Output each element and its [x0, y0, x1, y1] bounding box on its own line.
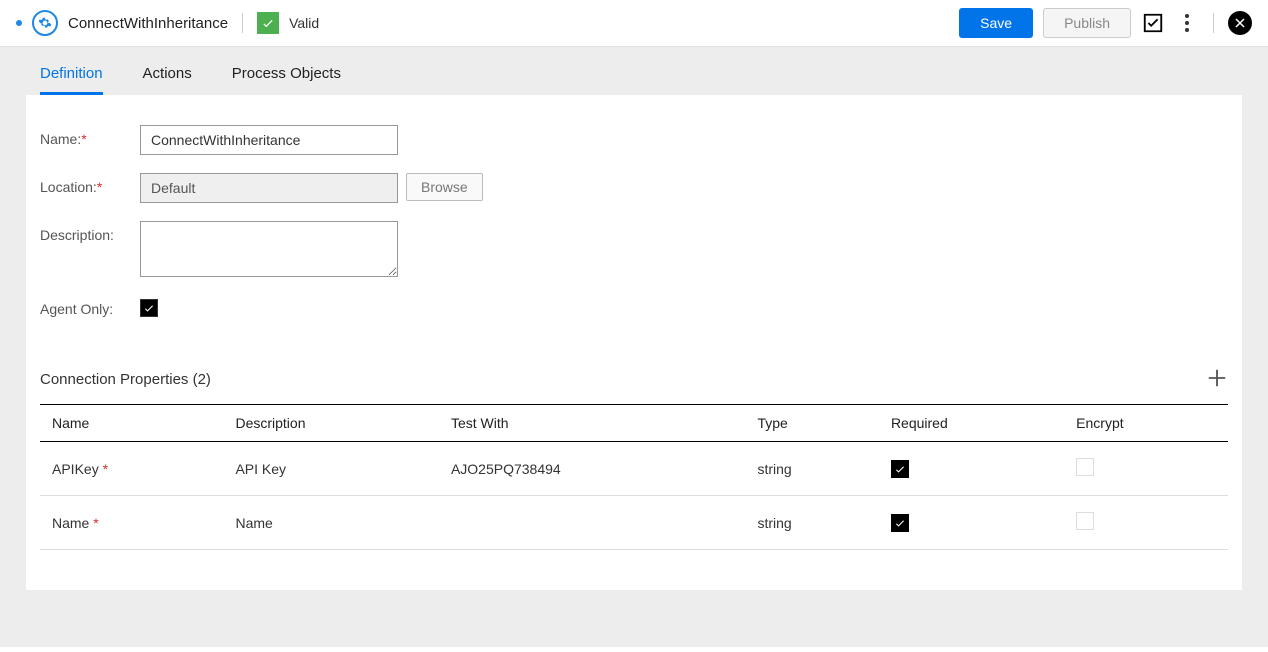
tab-definition[interactable]: Definition: [40, 65, 103, 95]
save-button[interactable]: Save: [959, 8, 1033, 38]
required-mark: *: [81, 131, 86, 147]
required-checkbox[interactable]: [891, 514, 909, 532]
close-button[interactable]: [1228, 11, 1252, 35]
status-text: Valid: [289, 15, 319, 31]
divider: [242, 13, 243, 33]
description-textarea[interactable]: [140, 221, 398, 277]
name-label-text: Name:: [40, 131, 81, 147]
connection-props-table: Name Description Test With Type Required…: [40, 404, 1228, 550]
divider: [1213, 13, 1214, 33]
plus-icon: [1206, 367, 1228, 389]
publish-button[interactable]: Publish: [1043, 8, 1131, 38]
col-description: Description: [223, 405, 439, 442]
tabs-bar: Definition Actions Process Objects: [26, 47, 1242, 95]
valid-status-icon: [257, 12, 279, 34]
location-label: Location:*: [40, 173, 140, 195]
cell-name: Name *: [40, 496, 223, 550]
agent-only-row: Agent Only:: [40, 295, 1228, 317]
connection-props-header: Connection Properties (2): [40, 367, 1228, 392]
checkbox-outline-icon: [1142, 12, 1164, 34]
unsaved-indicator-dot: [16, 20, 22, 26]
name-input[interactable]: [140, 125, 398, 155]
table-header-row: Name Description Test With Type Required…: [40, 405, 1228, 442]
required-checkbox[interactable]: [891, 460, 909, 478]
check-icon: [261, 16, 275, 30]
add-property-button[interactable]: [1206, 367, 1228, 392]
col-encrypt: Encrypt: [1064, 405, 1228, 442]
required-mark: *: [93, 515, 98, 531]
cell-name: APIKey *: [40, 442, 223, 496]
name-label: Name:*: [40, 125, 140, 147]
required-mark: *: [103, 461, 108, 477]
description-row: Description:: [40, 221, 1228, 277]
required-mark: *: [97, 179, 102, 195]
agent-only-checkbox[interactable]: [140, 299, 158, 317]
content-area: Definition Actions Process Objects Name:…: [0, 47, 1268, 647]
col-name: Name: [40, 405, 223, 442]
location-row: Location:* Browse: [40, 173, 1228, 203]
cell-required: [879, 442, 1064, 496]
cell-description: Name: [223, 496, 439, 550]
location-label-text: Location:: [40, 179, 97, 195]
table-row[interactable]: Name * Name string: [40, 496, 1228, 550]
location-input: [140, 173, 398, 203]
cell-required: [879, 496, 1064, 550]
definition-panel: Name:* Location:* Browse Description: Ag…: [26, 95, 1242, 590]
col-type: Type: [745, 405, 878, 442]
tab-process-objects[interactable]: Process Objects: [232, 65, 341, 95]
cell-test-with: [439, 496, 746, 550]
prop-name: APIKey: [52, 461, 99, 477]
validate-icon-button[interactable]: [1141, 11, 1165, 35]
agent-only-label: Agent Only:: [40, 295, 140, 317]
table-row[interactable]: APIKey * API Key AJO25PQ738494 string: [40, 442, 1228, 496]
close-icon: [1234, 17, 1246, 29]
tab-actions[interactable]: Actions: [143, 65, 192, 95]
more-dots-icon: [1185, 14, 1189, 32]
header-right: Save Publish: [959, 8, 1252, 38]
prop-name: Name: [52, 515, 89, 531]
encrypt-checkbox[interactable]: [1076, 512, 1094, 530]
connector-icon: [32, 10, 58, 36]
check-icon: [143, 302, 155, 314]
cell-description: API Key: [223, 442, 439, 496]
header-bar: ConnectWithInheritance Valid Save Publis…: [0, 0, 1268, 47]
page-title: ConnectWithInheritance: [68, 15, 228, 32]
check-icon: [894, 463, 906, 475]
check-icon: [894, 517, 906, 529]
col-required: Required: [879, 405, 1064, 442]
gear-icon: [38, 16, 52, 30]
cell-type: string: [745, 496, 878, 550]
cell-encrypt: [1064, 496, 1228, 550]
encrypt-checkbox[interactable]: [1076, 458, 1094, 476]
more-menu-button[interactable]: [1175, 11, 1199, 35]
name-row: Name:*: [40, 125, 1228, 155]
header-left: ConnectWithInheritance Valid: [16, 10, 949, 36]
cell-encrypt: [1064, 442, 1228, 496]
browse-button[interactable]: Browse: [406, 173, 483, 201]
description-label: Description:: [40, 221, 140, 243]
cell-test-with: AJO25PQ738494: [439, 442, 746, 496]
cell-type: string: [745, 442, 878, 496]
col-test-with: Test With: [439, 405, 746, 442]
connection-props-title: Connection Properties (2): [40, 371, 211, 388]
